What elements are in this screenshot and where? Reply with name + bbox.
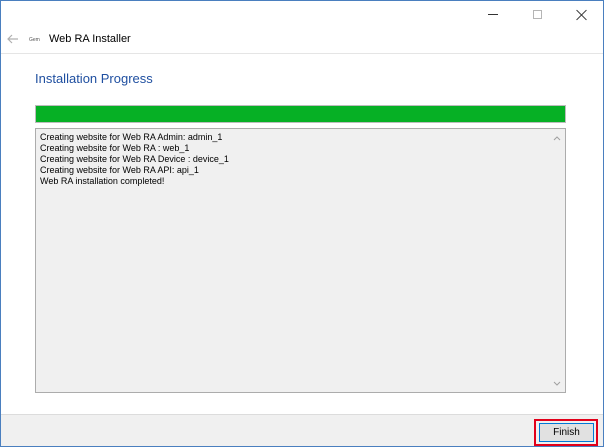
maximize-icon — [532, 9, 542, 19]
back-button[interactable] — [5, 31, 21, 47]
progress-fill — [36, 106, 565, 122]
maximize-button[interactable] — [515, 1, 559, 27]
footer-bar — [1, 414, 603, 446]
log-line: Creating website for Web RA Admin: admin… — [40, 132, 223, 142]
chevron-down-icon — [553, 381, 560, 386]
log-line: Creating website for Web RA : web_1 — [40, 143, 190, 153]
log-textbox[interactable]: Creating website for Web RA Admin: admin… — [35, 128, 566, 393]
log-line: Creating website for Web RA API: api_1 — [40, 165, 199, 175]
minimize-icon — [488, 13, 498, 15]
installer-window: Gem Web RA Installer Installation Progre… — [0, 0, 604, 447]
minimize-button[interactable] — [471, 1, 515, 27]
title-bar: Gem Web RA Installer — [1, 1, 603, 53]
window-controls — [471, 1, 603, 27]
chevron-up-icon — [553, 135, 560, 140]
back-arrow-icon — [7, 34, 18, 44]
log-lines: Creating website for Web RA Admin: admin… — [40, 132, 545, 187]
finish-button[interactable]: Finish — [539, 423, 594, 442]
scroll-down-button[interactable] — [548, 376, 565, 390]
page-title: Installation Progress — [35, 71, 153, 86]
header-divider — [1, 53, 603, 54]
app-logo: Gem — [29, 37, 40, 43]
close-button[interactable] — [559, 1, 603, 27]
log-scrollbar[interactable] — [548, 129, 565, 392]
scroll-up-button[interactable] — [548, 131, 565, 145]
close-icon — [576, 9, 587, 20]
log-line: Creating website for Web RA Device : dev… — [40, 154, 229, 164]
window-title: Web RA Installer — [49, 33, 131, 45]
progress-bar — [35, 105, 566, 123]
log-line: Web RA installation completed! — [40, 176, 165, 186]
